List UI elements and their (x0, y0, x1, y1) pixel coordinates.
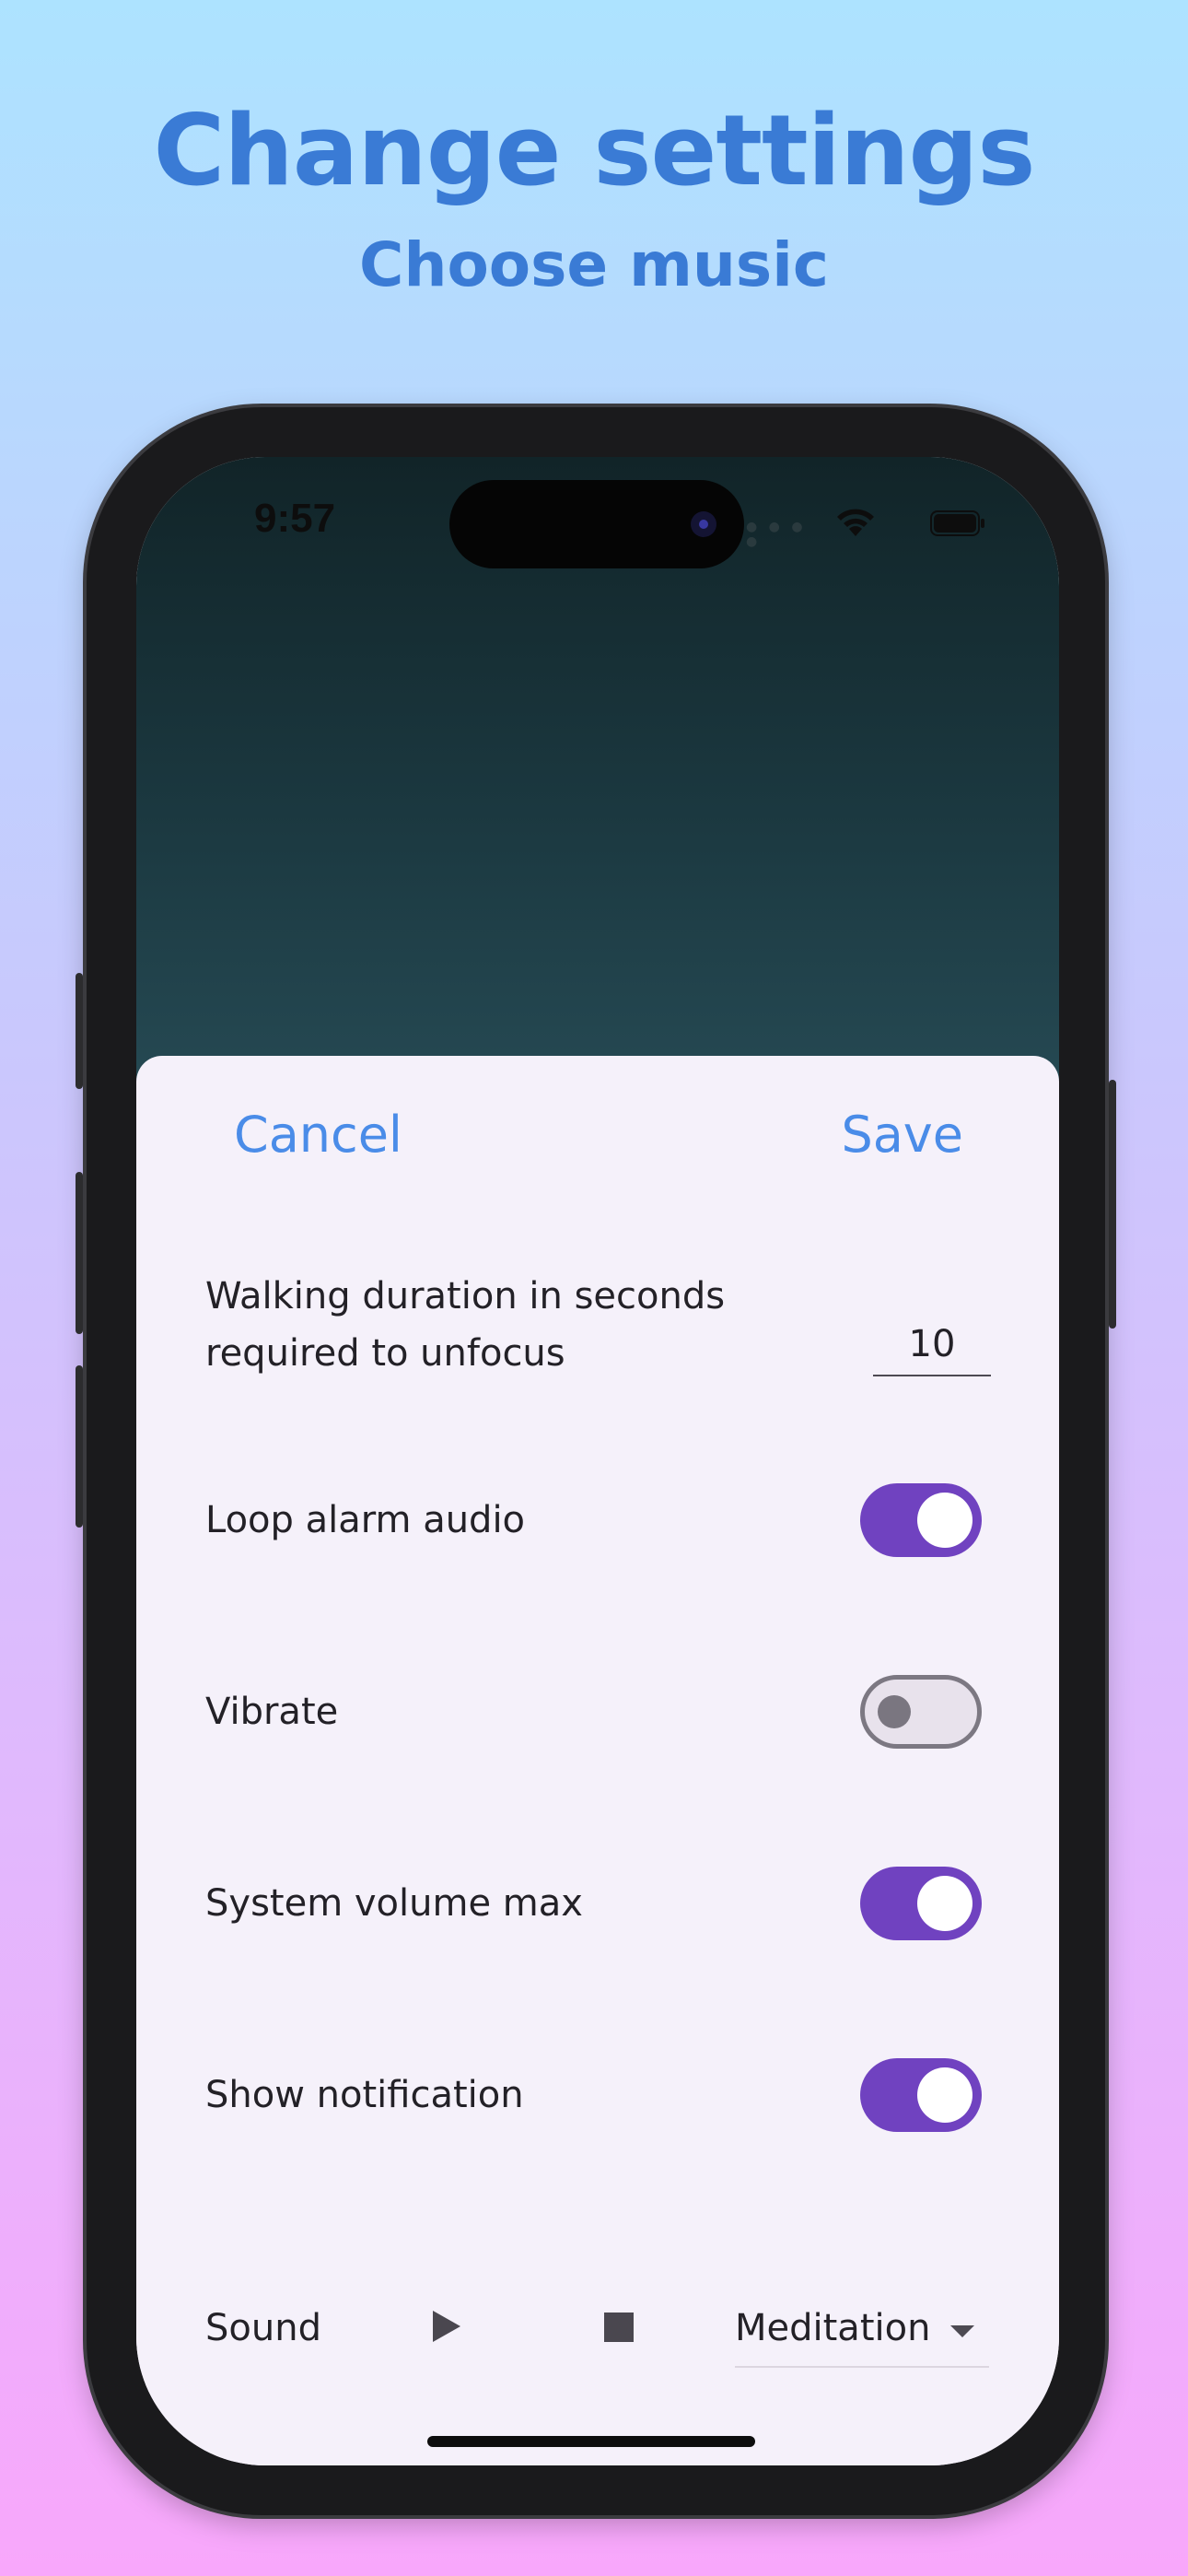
home-indicator[interactable] (427, 2436, 755, 2447)
phone-frame: 9:57 ● ● ● ● Cancel Save Walking duratio… (76, 407, 1116, 2515)
signal-dots-icon: ● ● ● ● (746, 520, 807, 549)
status-icons: ● ● ● ● (746, 507, 985, 549)
phone-screen: 9:57 ● ● ● ● Cancel Save Walking duratio… (136, 457, 1059, 2465)
loop-alarm-audio-toggle[interactable] (860, 1483, 982, 1557)
dynamic-island (449, 480, 744, 568)
save-button[interactable]: Save (841, 1106, 963, 1164)
sound-dropdown[interactable]: Meditation (735, 2290, 989, 2368)
toggle-knob (917, 2067, 973, 2123)
camera-icon (691, 511, 716, 537)
battery-icon (930, 510, 984, 536)
action-button (76, 973, 83, 1089)
walking-duration-label-line1: Walking duration in seconds (205, 1275, 726, 1317)
show-notification-toggle[interactable] (860, 2058, 982, 2132)
sound-row: Sound Meditation (136, 2290, 1059, 2373)
stop-icon[interactable] (604, 2313, 634, 2342)
system-volume-max-label: System volume max (205, 1882, 583, 1925)
vibrate-label: Vibrate (205, 1691, 339, 1733)
play-icon[interactable] (431, 2309, 462, 2344)
toggle-knob (878, 1695, 911, 1728)
sound-dropdown-value: Meditation (735, 2307, 931, 2349)
power-button (1109, 1080, 1116, 1329)
toggle-knob (917, 1493, 973, 1548)
volume-up-button (76, 1172, 83, 1334)
sound-label: Sound (205, 2307, 321, 2349)
toggle-knob (917, 1876, 973, 1931)
promo-title: Change settings (153, 94, 1035, 207)
walking-duration-input[interactable]: 10 (873, 1312, 991, 1376)
volume-down-button (76, 1365, 83, 1528)
wifi-icon (837, 509, 874, 536)
system-volume-max-toggle[interactable] (860, 1867, 982, 1940)
walking-duration-label-line2: required to unfocus (205, 1332, 565, 1375)
vibrate-toggle[interactable] (860, 1675, 982, 1749)
walking-duration-label: Walking duration in seconds required to … (205, 1268, 725, 1382)
caret-down-icon (950, 2325, 974, 2337)
cancel-button[interactable]: Cancel (234, 1106, 402, 1164)
show-notification-label: Show notification (205, 2074, 524, 2116)
loop-alarm-audio-label: Loop alarm audio (205, 1499, 526, 1541)
status-time: 9:57 (254, 496, 336, 541)
promo-subtitle: Choose music (359, 229, 829, 300)
settings-sheet: Cancel Save Walking duration in seconds … (136, 1056, 1059, 2465)
